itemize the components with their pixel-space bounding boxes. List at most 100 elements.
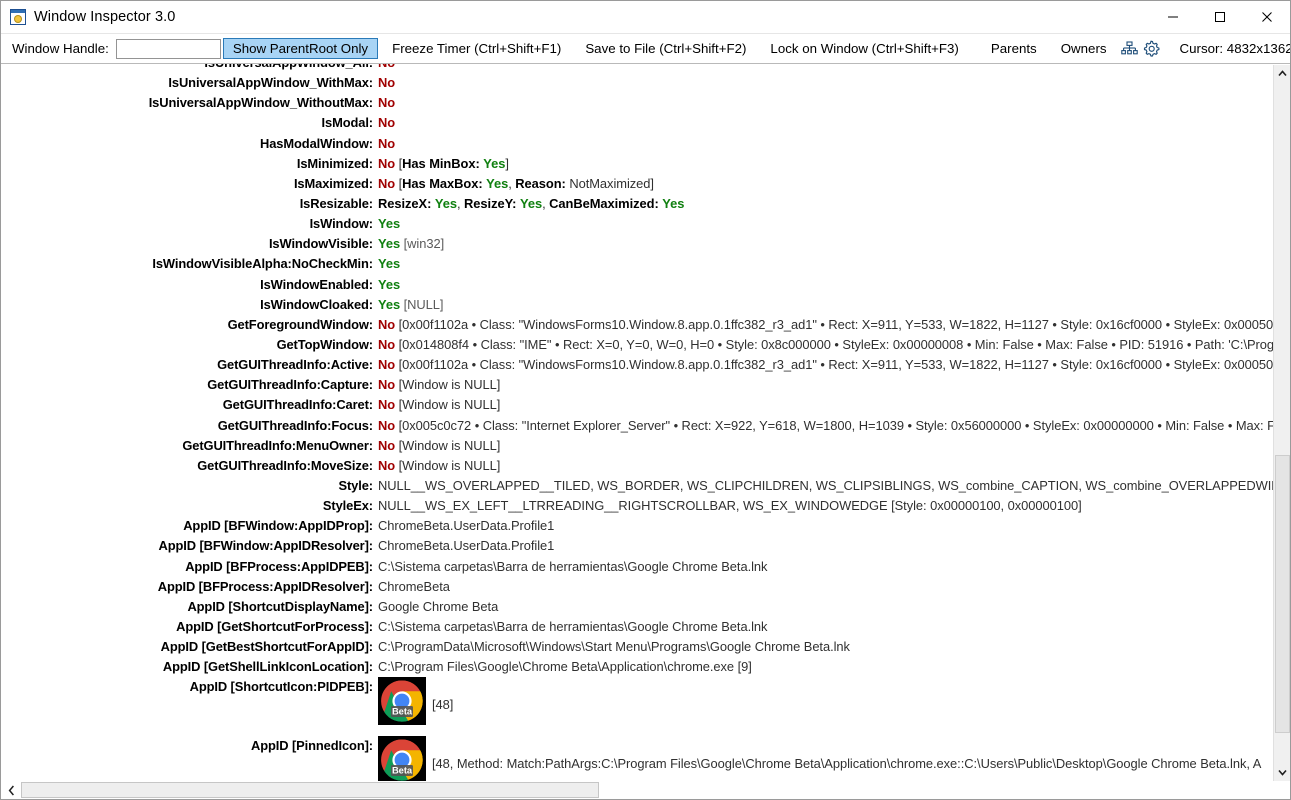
property-row[interactable]: GetGUIThreadInfo:MoveSize: No [Window is … xyxy=(1,456,1290,476)
horizontal-scrollbar[interactable] xyxy=(1,781,1290,799)
value-token: [Window is NULL] xyxy=(395,397,501,413)
show-parentroot-only-button[interactable]: Show ParentRoot Only xyxy=(222,38,379,59)
value-token: C:\Program Files\Google\Chrome Beta\Appl… xyxy=(378,659,752,675)
property-row[interactable]: GetGUIThreadInfo:Capture: No [Window is N… xyxy=(1,375,1290,395)
property-row[interactable]: AppID [BFWindow:AppIDResolver]: ChromeBet… xyxy=(1,536,1290,556)
minimize-button[interactable] xyxy=(1149,1,1196,34)
property-row[interactable]: GetGUIThreadInfo:Caret: No [Window is NUL… xyxy=(1,395,1290,415)
owners-button[interactable]: Owners xyxy=(1051,38,1117,59)
property-label: GetGUIThreadInfo:Caret: xyxy=(222,397,373,413)
value-token: ] xyxy=(505,155,509,171)
property-row[interactable]: IsWindowCloaked: Yes [NULL] xyxy=(1,295,1290,315)
property-value: No [Has MaxBox: Yes, Reason: NotMaximize… xyxy=(378,174,1290,194)
icon-caption: [48, Method: Match:PathArgs:C:\Program F… xyxy=(432,756,1262,772)
property-row[interactable]: IsUniversalAppWindow_All:No xyxy=(1,64,1290,73)
value-token: No xyxy=(378,417,396,433)
property-row[interactable]: AppID [GetShortcutForProcess]: C:\Sistema… xyxy=(1,617,1290,637)
value-token: ChromeBeta xyxy=(378,578,450,594)
horizontal-scroll-track[interactable] xyxy=(21,782,1270,798)
vertical-scrollbar[interactable] xyxy=(1273,65,1290,781)
value-token: ResizeY: xyxy=(464,195,517,211)
value-token: NULL__WS_OVERLAPPED__TILED, WS_BORDER, W… xyxy=(378,477,1290,493)
property-value: ChromeBeta xyxy=(378,577,1290,597)
property-row[interactable]: StyleEx: NULL__WS_EX_LEFT__LTRREADING__RI… xyxy=(1,496,1290,516)
gear-icon[interactable] xyxy=(1142,37,1160,61)
value-token: Reason: xyxy=(515,175,566,191)
property-value: No [Window is NULL] xyxy=(378,375,1290,395)
property-row[interactable]: AppID [BFProcess:AppIDResolver]: ChromeBe… xyxy=(1,577,1290,597)
value-token: [0x00f1102a • Class: "WindowsForms10.Win… xyxy=(398,316,1290,332)
parents-button[interactable]: Parents xyxy=(981,38,1047,59)
maximize-button[interactable] xyxy=(1196,1,1243,34)
property-value: Yes xyxy=(378,275,1290,295)
property-row-with-icon[interactable]: AppID [ShortcutIcon:PIDPEB]: Beta [48] xyxy=(1,677,1290,736)
lock-on-window-button[interactable]: Lock on Window (Ctrl+Shift+F3) xyxy=(760,38,968,59)
value-token: No xyxy=(378,95,396,111)
property-row[interactable]: GetTopWindow: No [0x014808f4 • Class: "IM… xyxy=(1,335,1290,355)
icon-caption: [48] xyxy=(432,697,454,713)
property-value: No [Window is NULL] xyxy=(378,395,1290,415)
property-row[interactable]: AppID [BFWindow:AppIDProp]: ChromeBeta.Us… xyxy=(1,516,1290,536)
property-value: No xyxy=(378,64,1290,73)
value-token: Google Chrome Beta xyxy=(378,598,499,614)
property-row[interactable]: IsWindow: Yes xyxy=(1,214,1290,234)
property-label: IsUniversalAppWindow_All: xyxy=(1,64,378,73)
hierarchy-tree-icon[interactable] xyxy=(1120,37,1138,61)
property-value: No xyxy=(378,93,1290,113)
save-to-file-button[interactable]: Save to File (Ctrl+Shift+F2) xyxy=(575,38,756,59)
property-label: AppID [GetBestShortcutForAppID]: xyxy=(160,639,373,655)
property-row[interactable]: Style: NULL__WS_OVERLAPPED__TILED, WS_BOR… xyxy=(1,476,1290,496)
window-handle-input[interactable] xyxy=(115,38,221,59)
property-value: NULL__WS_OVERLAPPED__TILED, WS_BORDER, W… xyxy=(378,476,1290,496)
window-handle-label: Window Handle: xyxy=(12,41,109,56)
window-inspector-app: Window Inspector 3.0 Window Handle: Show… xyxy=(0,0,1291,800)
property-label: IsUniversalAppWindow_WithMax: xyxy=(168,75,373,91)
value-token: Yes xyxy=(483,155,506,171)
property-value: No [0x00f1102a • Class: "WindowsForms10.… xyxy=(378,315,1290,335)
property-value: Beta [48, Method: Match:PathArgs:C:\Prog… xyxy=(378,736,1290,782)
property-row[interactable]: IsMaximized: No [Has MaxBox: Yes, Reason:… xyxy=(1,174,1290,194)
property-row[interactable]: AppID [BFProcess:AppIDPEB]: C:\Sistema ca… xyxy=(1,557,1290,577)
close-button[interactable] xyxy=(1243,1,1290,34)
property-row[interactable]: GetGUIThreadInfo:MenuOwner: No [Window is… xyxy=(1,436,1290,456)
value-token: C:\Sistema carpetas\Barra de herramienta… xyxy=(378,558,768,574)
property-row[interactable]: AppID [GetShellLinkIconLocation]: C:\Prog… xyxy=(1,657,1290,677)
horizontal-scroll-thumb[interactable] xyxy=(21,782,599,798)
property-label: AppID [PinnedIcon]: xyxy=(251,738,373,754)
scroll-down-arrow[interactable] xyxy=(1274,764,1290,781)
property-row[interactable]: GetGUIThreadInfo:Focus: No [0x005c0c72 • … xyxy=(1,416,1290,436)
property-row[interactable]: IsWindowVisibleAlpha:NoCheckMin: Yes xyxy=(1,254,1290,274)
property-row[interactable]: IsUniversalAppWindow_WithoutMax: No xyxy=(1,93,1290,113)
property-row[interactable]: IsUniversalAppWindow_WithMax: No xyxy=(1,73,1290,93)
property-row-with-icon[interactable]: AppID [PinnedIcon]: Beta [48, Method: Ma… xyxy=(1,736,1290,782)
property-row[interactable]: IsMinimized: No [Has MinBox: Yes] xyxy=(1,154,1290,174)
inspector-content: IsUniversalAppWindow_All:NoIsUniversalAp… xyxy=(1,64,1290,782)
property-row[interactable]: IsWindowEnabled: Yes xyxy=(1,275,1290,295)
value-token: No xyxy=(378,115,396,131)
freeze-timer-button[interactable]: Freeze Timer (Ctrl+Shift+F1) xyxy=(382,38,571,59)
property-label: IsWindowVisibleAlpha:NoCheckMin: xyxy=(152,256,373,272)
scroll-left-arrow[interactable] xyxy=(1,781,21,799)
property-row[interactable]: IsModal: No xyxy=(1,113,1290,133)
value-token: Yes xyxy=(434,195,457,211)
property-row[interactable]: AppID [GetBestShortcutForAppID]: C:\Progr… xyxy=(1,637,1290,657)
property-row[interactable]: GetGUIThreadInfo:Active: No [0x00f1102a •… xyxy=(1,355,1290,375)
value-token: C:\Sistema carpetas\Barra de herramienta… xyxy=(378,618,768,634)
property-label: GetGUIThreadInfo:Focus: xyxy=(217,417,373,433)
property-row[interactable]: HasModalWindow: No xyxy=(1,134,1290,154)
property-row[interactable]: IsWindowVisible: Yes [win32] xyxy=(1,234,1290,254)
property-value: No [0x00f1102a • Class: "WindowsForms10.… xyxy=(378,355,1290,375)
property-label: GetTopWindow: xyxy=(276,336,374,352)
vertical-scroll-thumb[interactable] xyxy=(1275,455,1290,733)
property-row[interactable]: IsResizable: ResizeX: Yes, ResizeY: Yes, … xyxy=(1,194,1290,214)
scroll-up-arrow[interactable] xyxy=(1274,65,1290,82)
property-row[interactable]: GetForegroundWindow: No [0x00f1102a • Cla… xyxy=(1,315,1290,335)
property-label: AppID [BFWindow:AppIDResolver]: xyxy=(158,538,374,554)
property-label: GetGUIThreadInfo:MenuOwner: xyxy=(182,437,373,453)
property-value: Yes xyxy=(378,254,1290,274)
window-inspector-icon xyxy=(10,9,26,25)
value-token: Yes xyxy=(662,195,685,211)
value-token: NULL__WS_EX_LEFT__LTRREADING__RIGHTSCROL… xyxy=(378,498,1082,514)
property-row[interactable]: AppID [ShortcutDisplayName]: Google Chrom… xyxy=(1,597,1290,617)
property-value: No [Has MinBox: Yes] xyxy=(378,154,1290,174)
